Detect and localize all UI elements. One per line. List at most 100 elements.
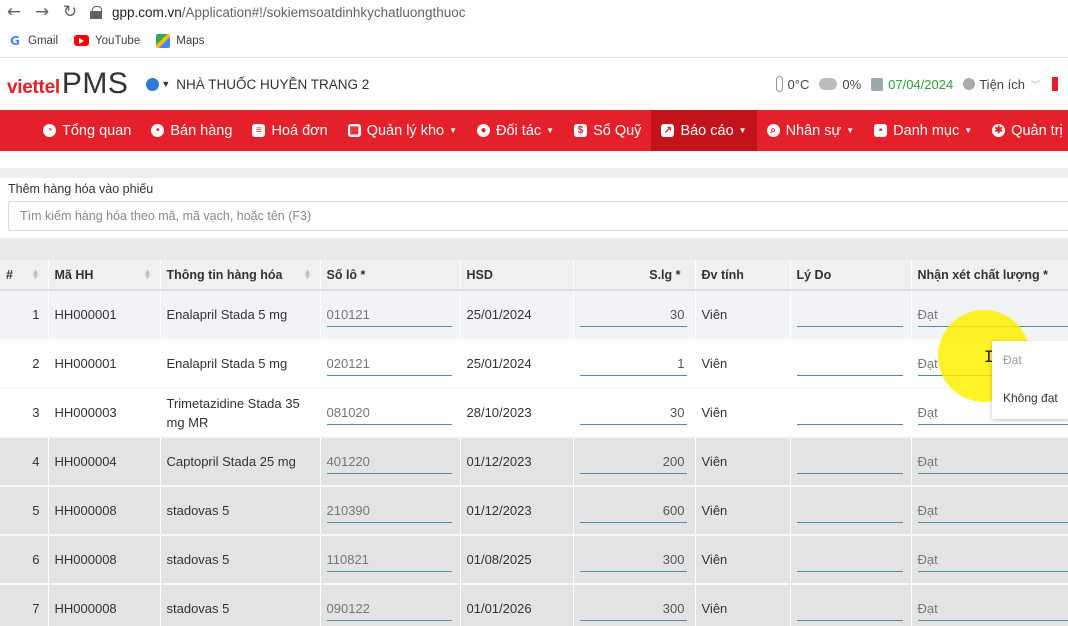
item-name: stadovas 5: [160, 584, 321, 626]
nav-admin[interactable]: ✱ Quản trị ▼: [982, 110, 1068, 151]
col-expiry: HSD: [460, 260, 574, 291]
utilities-menu[interactable]: Tiện ích ﹀: [963, 77, 1040, 92]
lot-input[interactable]: 081020: [326, 401, 452, 425]
nav-warehouse[interactable]: ▦ Quản lý kho ▼: [338, 110, 467, 151]
col-name[interactable]: Thông tin hàng hóa ▲ ▼: [160, 260, 321, 291]
row-index: 1: [0, 290, 49, 340]
column-label: #: [6, 267, 13, 282]
nav-sales[interactable]: • Bán hàng: [141, 110, 242, 151]
row-index: 7: [0, 584, 49, 626]
column-label: HSD: [466, 267, 493, 282]
bookmark-youtube[interactable]: YouTube: [74, 35, 140, 47]
lot-input[interactable]: 010121: [326, 303, 452, 327]
item-code: HH000008: [48, 535, 161, 585]
nav-label: Quản trị: [1011, 122, 1063, 139]
settings-icon: ✱: [992, 124, 1006, 137]
item-name: stadovas 5: [160, 535, 321, 585]
bookmark-maps[interactable]: Maps: [156, 33, 204, 48]
qty-input[interactable]: 600: [579, 499, 687, 523]
gmail-icon: G: [10, 33, 20, 48]
items-table: # ▲ ▼ Mã HH ▲ ▼ Thông tin hàng hóa ▲ ▼ Số lô *…: [0, 260, 1068, 626]
nav-reports[interactable]: ↗ Báo cáo ▼: [651, 110, 757, 151]
unit: Viên: [695, 388, 791, 438]
nav-label: Nhân sự: [785, 122, 842, 139]
temperature-value: 0°C: [787, 76, 810, 92]
option-fail[interactable]: Không đạt: [992, 379, 1068, 417]
column-label: Đv tính: [701, 267, 744, 282]
reason-input[interactable]: [796, 450, 903, 474]
flag-icon[interactable]: [1052, 77, 1058, 91]
lot-input[interactable]: 210390: [326, 499, 452, 523]
nav-staff[interactable]: ⌕ Nhân sự ▼: [757, 110, 865, 151]
col-index[interactable]: # ▲ ▼: [0, 260, 49, 291]
row-index: 4: [0, 437, 49, 487]
utilities-label: Tiện ích: [979, 76, 1025, 92]
lot-input[interactable]: 020121: [326, 352, 452, 376]
back-icon[interactable]: ←: [0, 0, 28, 24]
qty-input[interactable]: 1: [579, 352, 687, 376]
quality-select[interactable]: Đạt: [917, 450, 1068, 474]
quality-select[interactable]: Đạt: [917, 499, 1068, 523]
sort-icon: ▲ ▼: [143, 267, 152, 281]
nav-cashbook[interactable]: $ Sổ Quỹ: [564, 110, 651, 151]
table-header: # ▲ ▼ Mã HH ▲ ▼ Thông tin hàng hóa ▲ ▼ Số lô *…: [0, 260, 1068, 291]
lot-input[interactable]: 401220: [326, 450, 452, 474]
bookmark-gmail[interactable]: G Gmail: [8, 34, 58, 48]
spacer: [0, 151, 1068, 168]
col-quality: Nhận xét chất lượng *: [911, 260, 1068, 291]
reason-input[interactable]: [796, 303, 903, 327]
nav-dashboard[interactable]: ◔ Tổng quan: [33, 110, 141, 151]
qty-input[interactable]: 300: [579, 548, 687, 572]
reason-input[interactable]: [796, 499, 903, 523]
text-cursor-icon: I: [984, 347, 994, 366]
expiry-date: 25/01/2024: [460, 339, 574, 389]
lot-input[interactable]: 090122: [326, 597, 452, 621]
item-name: Enalapril Stada 5 mg: [160, 290, 321, 340]
column-label: S.lg *: [649, 267, 681, 282]
nav-categories[interactable]: ▪ Danh mục ▼: [864, 110, 982, 151]
forward-icon[interactable]: →: [28, 0, 56, 24]
col-code[interactable]: Mã HH ▲ ▼: [48, 260, 161, 291]
quality-select[interactable]: Đạt: [917, 597, 1068, 621]
table-row: 3 HH000003 Trimetazidine Stada 35 mg MR …: [0, 388, 1068, 438]
table-row: 4 HH000004 Captopril Stada 25 mg 401220 …: [0, 437, 1068, 487]
lot-input[interactable]: 110821: [326, 548, 452, 572]
address-bar[interactable]: gpp.com.vn/Application#!/sokiemsoatdinhk…: [90, 5, 465, 20]
table-row: 7 HH000008 stadovas 5 090122 01/01/2026 …: [0, 584, 1068, 626]
quality-select[interactable]: Đạt: [917, 548, 1068, 572]
table-row: 5 HH000008 stadovas 5 210390 01/12/2023 …: [0, 486, 1068, 536]
nav-partners[interactable]: ● Đối tác ▼: [467, 110, 564, 151]
location-icon: •: [151, 124, 165, 137]
url-host: gpp.com.vn: [112, 4, 182, 20]
reason-input[interactable]: [796, 548, 903, 572]
qty-input[interactable]: 30: [579, 303, 687, 327]
bookmark-label: YouTube: [95, 34, 141, 47]
reason-input[interactable]: [796, 352, 903, 376]
column-label: Nhận xét chất lượng *: [917, 267, 1048, 282]
item-code: HH000008: [48, 584, 161, 626]
logo[interactable]: viettel PMS: [7, 67, 128, 101]
reason-input[interactable]: [796, 401, 903, 425]
store-name: NHÀ THUỐC HUYỀN TRANG 2: [176, 76, 370, 92]
caret-down-icon: ▼: [964, 126, 973, 135]
column-label: Số lô *: [326, 267, 366, 282]
expiry-date: 01/12/2023: [460, 486, 574, 536]
item-search-input[interactable]: Tìm kiếm hàng hóa theo mã, mã vạch, hoặc…: [8, 201, 1068, 231]
qty-input[interactable]: 200: [579, 450, 687, 474]
row-index: 2: [0, 339, 49, 389]
reload-icon[interactable]: ↻: [56, 0, 84, 24]
qty-input[interactable]: 30: [579, 401, 687, 425]
reason-input[interactable]: [796, 597, 903, 621]
store-selector[interactable]: ▼ NHÀ THUỐC HUYỀN TRANG 2: [146, 77, 369, 92]
divider: [0, 168, 1068, 178]
items-table-wrapper: # ▲ ▼ Mã HH ▲ ▼ Thông tin hàng hóa ▲ ▼ Số lô *…: [0, 260, 1068, 626]
unit: Viên: [695, 339, 791, 389]
col-lot: Số lô *: [320, 260, 461, 291]
sort-icon: ▲ ▼: [31, 267, 40, 281]
qty-input[interactable]: 300: [579, 597, 687, 621]
nav-label: Đối tác: [496, 122, 542, 139]
globe-icon: [146, 77, 160, 91]
option-pass[interactable]: Đạt: [992, 341, 1068, 379]
nav-invoices[interactable]: ≡ Hoá đơn: [242, 110, 337, 151]
expiry-date: 01/12/2023: [460, 437, 574, 487]
